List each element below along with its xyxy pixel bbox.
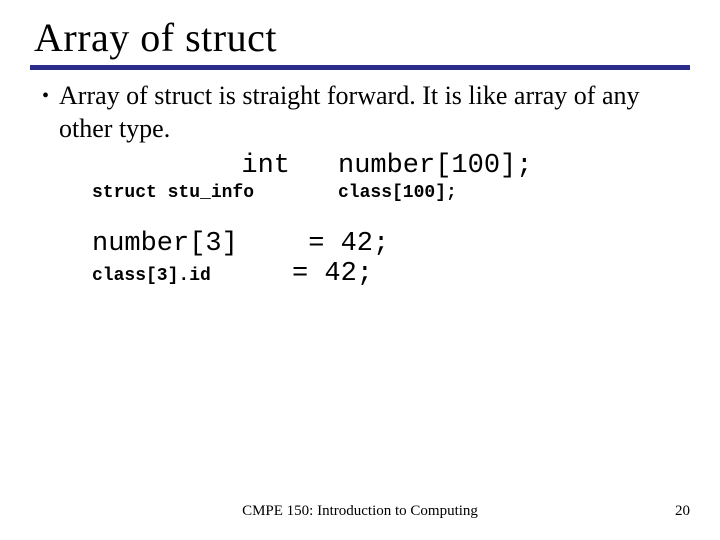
footer-text: CMPE 150: Introduction to Computing <box>242 503 478 520</box>
page-number: 20 <box>675 503 690 520</box>
decl2-type: struct stu_info <box>68 183 338 203</box>
code-block: int number[100]; struct stu_info class[1… <box>68 151 690 289</box>
footer: CMPE 150: Introduction to Computing <box>0 503 720 520</box>
decl1-type: int <box>68 151 338 181</box>
bullet-dot: • <box>42 80 49 112</box>
decl1-rest: number[100]; <box>338 151 532 181</box>
code-line-4: class[3].id = 42; <box>92 259 690 289</box>
slide-content: • Array of struct is straight forward. I… <box>30 80 690 289</box>
assign1-rhs: = 42; <box>308 229 389 259</box>
bullet-text: Array of struct is straight forward. It … <box>59 80 690 145</box>
spacer <box>68 205 690 229</box>
assign1-lhs: number[3] <box>92 229 292 259</box>
title-rule <box>30 65 690 70</box>
assign2-lhs: class[3].id <box>92 266 292 286</box>
code-line-2: struct stu_info class[100]; <box>68 183 690 203</box>
bullet-item: • Array of struct is straight forward. I… <box>40 80 690 145</box>
slide: Array of struct • Array of struct is str… <box>0 0 720 540</box>
slide-title: Array of struct <box>34 14 690 61</box>
assign2-rhs: = 42; <box>292 259 373 289</box>
code-line-1: int number[100]; <box>68 151 690 181</box>
decl2-rest: class[100]; <box>338 183 457 203</box>
code-line-3: number[3] = 42; <box>92 229 690 259</box>
